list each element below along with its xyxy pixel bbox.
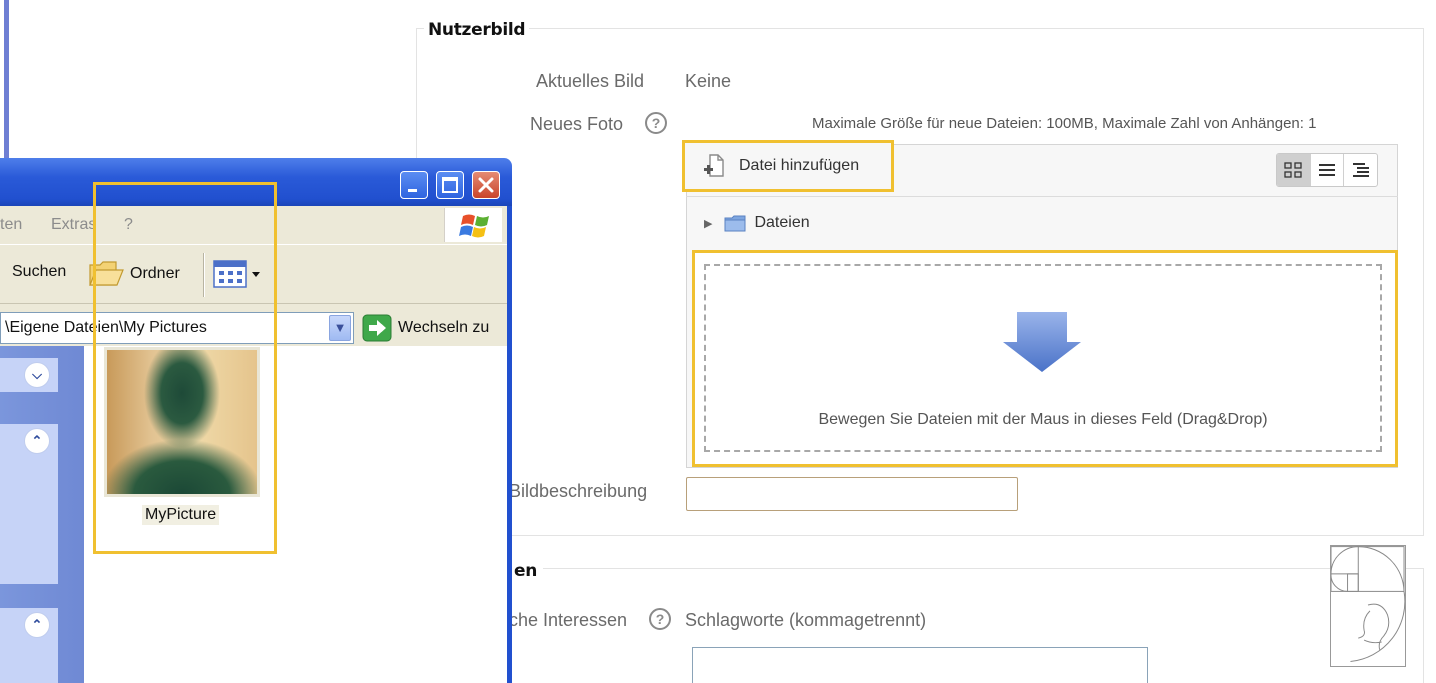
go-arrow-icon [362, 314, 392, 342]
file-thumbnail[interactable] [104, 347, 260, 497]
interests-hint: Schlagworte (kommagetrennt) [685, 610, 927, 630]
search-icon [0, 259, 6, 285]
dropzone-text: Bewegen Sie Dateien mit der Maus in dies… [818, 411, 1268, 428]
section-title-second[interactable]: en [512, 561, 544, 581]
search-button[interactable]: Suchen [0, 259, 66, 285]
windows-logo [444, 208, 502, 242]
close-icon [478, 177, 494, 193]
go-button[interactable]: Wechseln zu [362, 314, 489, 342]
file-name-label[interactable]: MyPicture [142, 505, 220, 525]
grid-view-icon[interactable] [1277, 154, 1311, 186]
image-description-label: Bildbeschreibung [509, 481, 648, 501]
add-file-label: Datei hinzufügen [739, 157, 860, 174]
task-pane: ⌵ ⌃ ⌃ [0, 346, 84, 683]
max-size-text: Maximale Größe für neue Dateien: 100MB, … [812, 115, 1317, 132]
left-border-rule [4, 0, 9, 162]
interests-input[interactable] [692, 647, 1148, 683]
task-box-3: ⌃ [0, 608, 58, 683]
search-button-label: Suchen [12, 263, 67, 280]
add-file-button[interactable]: Datei hinzufügen [682, 140, 894, 192]
maximize-icon [442, 177, 458, 193]
view-toggle-group [1276, 153, 1378, 187]
spiral-logo-icon [1330, 545, 1406, 667]
help-icon[interactable]: ? [645, 112, 667, 134]
image-description-input[interactable] [686, 477, 1018, 511]
section-title-nutzerbild[interactable]: Nutzerbild [424, 20, 530, 40]
address-dropdown-button[interactable]: ▼ [329, 315, 351, 341]
minimize-button[interactable] [400, 171, 428, 199]
add-file-icon [704, 154, 724, 177]
close-button[interactable] [472, 171, 500, 199]
task-box-2: ⌃ [0, 424, 58, 584]
folder-label: Dateien [754, 214, 810, 231]
chevron-down-icon[interactable]: ⌵ [24, 362, 50, 388]
new-photo-label: Neues Foto [530, 114, 624, 134]
list-view-icon[interactable] [1311, 154, 1345, 186]
folder-icon [724, 215, 746, 231]
filepicker-divider [686, 196, 1398, 197]
interests-help-icon[interactable]: ? [649, 608, 671, 630]
go-button-label: Wechseln zu [398, 319, 490, 336]
expand-arrow-icon[interactable]: ▶ [704, 217, 712, 230]
chevron-up-icon[interactable]: ⌃ [24, 612, 50, 638]
menu-item-extras[interactable]: Extras [51, 216, 96, 234]
current-image-value: Keine [685, 71, 732, 91]
down-arrow-icon [1003, 312, 1081, 372]
interests-label: che Interessen [509, 610, 628, 630]
folder-path[interactable]: ▶ Dateien [704, 214, 810, 232]
menu-item-favoriten[interactable]: ten [0, 216, 22, 234]
current-image-label: Aktuelles Bild [536, 71, 645, 91]
task-box-1: ⌵ [0, 358, 58, 392]
minimize-icon [408, 189, 417, 192]
chevron-up-icon[interactable]: ⌃ [24, 428, 50, 454]
maximize-button[interactable] [436, 171, 464, 199]
tree-view-icon[interactable] [1344, 154, 1377, 186]
